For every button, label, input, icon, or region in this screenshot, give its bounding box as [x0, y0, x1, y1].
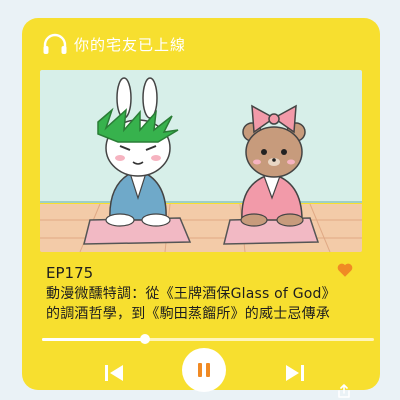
pause-icon [198, 363, 210, 377]
skip-next-icon[interactable] [285, 364, 305, 382]
progress-fill [42, 338, 145, 341]
episode-artwork [40, 70, 362, 252]
skip-previous-icon[interactable] [104, 364, 124, 382]
app-title: 你的宅友已上線 [74, 35, 187, 54]
episode-title-line-2: 的調酒哲學，到《駒田蒸餾所》的威士忌傳承 [46, 306, 330, 322]
player-header: 你的宅友已上線 [42, 30, 186, 58]
pause-button[interactable] [182, 348, 226, 392]
share-icon[interactable] [337, 384, 351, 398]
progress-handle[interactable] [139, 334, 150, 344]
player-card: 你的宅友已上線 EP175 動漫微醺特調：從《王牌酒保Glass of God》… [22, 18, 380, 398]
episode-title-line-1: 動漫微醺特調：從《王牌酒保Glass of God》 [46, 286, 336, 302]
heart-icon[interactable] [336, 261, 354, 279]
headphones-icon [43, 33, 67, 54]
episode-number: EP175 [46, 264, 94, 282]
